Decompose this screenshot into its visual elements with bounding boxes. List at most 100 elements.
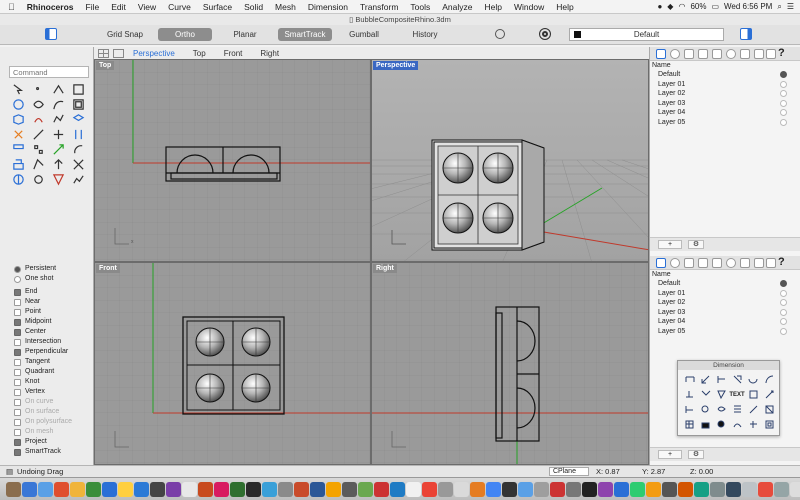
viewport-right-title[interactable]: Right bbox=[373, 264, 397, 273]
dimension-palette-title[interactable]: Dimension bbox=[678, 361, 779, 370]
materials-tab-icon[interactable] bbox=[670, 258, 680, 268]
grid-snap-button[interactable]: Grid Snap bbox=[104, 28, 146, 41]
dimension-tool-icon[interactable] bbox=[713, 402, 729, 417]
osnap-item[interactable]: Quadrant bbox=[14, 367, 92, 377]
text-tool[interactable]: TEXT bbox=[729, 387, 745, 402]
sphere-tool-icon[interactable] bbox=[8, 172, 28, 187]
layer-row[interactable]: Layer 02 bbox=[650, 298, 800, 308]
offset-tool-icon[interactable] bbox=[68, 97, 88, 112]
dimension-tool-icon[interactable] bbox=[761, 402, 777, 417]
layers-tab-icon[interactable] bbox=[656, 258, 666, 268]
add-layer-button[interactable]: + bbox=[658, 450, 682, 459]
record-history-icon[interactable] bbox=[495, 29, 505, 39]
dock-app-icon[interactable] bbox=[742, 481, 757, 497]
dock-app-icon[interactable] bbox=[566, 481, 581, 497]
dock-app-icon[interactable] bbox=[710, 481, 725, 497]
dock-app-icon[interactable] bbox=[406, 481, 421, 497]
dimension-tool-icon[interactable] bbox=[761, 387, 777, 402]
dock-app-icon[interactable] bbox=[646, 481, 661, 497]
dimension-tool-icon[interactable] bbox=[745, 402, 761, 417]
dropbox-icon[interactable]: ◆ bbox=[667, 2, 673, 11]
dock-app-icon[interactable] bbox=[262, 481, 277, 497]
analyze-tool-icon[interactable] bbox=[68, 172, 88, 187]
line-tool-icon[interactable] bbox=[28, 127, 48, 142]
viewport-front-title[interactable]: Front bbox=[96, 264, 120, 273]
four-view-layout-icon[interactable] bbox=[98, 48, 109, 58]
osnap-item[interactable]: Near bbox=[14, 297, 92, 307]
layer-row[interactable]: Layer 03 bbox=[650, 99, 800, 109]
solid-box-tool-icon[interactable] bbox=[8, 112, 28, 127]
menu-edit[interactable]: Edit bbox=[105, 2, 132, 12]
dimension-tool-icon[interactable] bbox=[761, 417, 777, 432]
dock-app-icon[interactable] bbox=[294, 481, 309, 497]
viewport-top-title[interactable]: Top bbox=[96, 61, 115, 70]
cplane-selector[interactable]: CPlane bbox=[549, 467, 589, 476]
named-views-tab-icon[interactable] bbox=[698, 49, 708, 59]
tab-right[interactable]: Right bbox=[251, 49, 288, 58]
menu-help-rhino[interactable]: Help bbox=[479, 2, 508, 12]
current-layer-radio-icon[interactable] bbox=[780, 318, 787, 325]
dock-app-icon[interactable] bbox=[470, 481, 485, 497]
current-layer-radio-icon[interactable] bbox=[780, 280, 787, 287]
dimension-tool-icon[interactable] bbox=[761, 372, 777, 387]
dimension-tool-icon[interactable] bbox=[745, 417, 761, 432]
dock-app-icon[interactable] bbox=[614, 481, 629, 497]
osnap-item[interactable]: Knot bbox=[14, 377, 92, 387]
apple-menu[interactable]:  bbox=[0, 2, 21, 12]
camera-tab-icon[interactable] bbox=[754, 258, 764, 268]
dock-app-icon[interactable] bbox=[38, 481, 53, 497]
dimension-tool-icon[interactable] bbox=[697, 417, 713, 432]
tab-perspective[interactable]: Perspective bbox=[124, 49, 184, 58]
add-layer-button[interactable]: + bbox=[658, 240, 682, 249]
menu-tools[interactable]: Tools bbox=[404, 2, 436, 12]
history-button[interactable]: History bbox=[400, 28, 450, 41]
model-perspective-view[interactable] bbox=[431, 139, 545, 251]
osnap-item[interactable]: Intersection bbox=[14, 337, 92, 347]
osnap-item[interactable]: Perpendicular bbox=[14, 347, 92, 357]
dimension-tool-icon[interactable] bbox=[697, 402, 713, 417]
boolean-tool-icon[interactable] bbox=[8, 157, 28, 172]
battery-icon[interactable]: ▭ bbox=[711, 2, 719, 11]
osnap-item[interactable]: Project bbox=[14, 437, 92, 447]
current-layer-selector[interactable]: Default bbox=[569, 28, 724, 41]
render-tab-icon[interactable] bbox=[712, 49, 722, 59]
current-layer-radio-icon[interactable] bbox=[780, 118, 787, 126]
dock-app-icon[interactable] bbox=[486, 481, 501, 497]
osnap-item[interactable]: On polysurface bbox=[14, 417, 92, 427]
dimension-tool-icon[interactable] bbox=[745, 372, 761, 387]
copy-tool-icon[interactable] bbox=[28, 142, 48, 157]
dimension-tool-icon[interactable] bbox=[697, 372, 713, 387]
dock-app-icon[interactable] bbox=[230, 481, 245, 497]
display-tab-icon[interactable] bbox=[684, 258, 694, 268]
planar-button[interactable]: Planar bbox=[223, 28, 267, 41]
dock-app-icon[interactable] bbox=[198, 481, 213, 497]
dock-app-icon[interactable] bbox=[358, 481, 373, 497]
current-layer-radio-icon[interactable] bbox=[780, 289, 787, 297]
osnap-item[interactable]: Tangent bbox=[14, 357, 92, 367]
dock-app-icon[interactable] bbox=[102, 481, 117, 497]
dock-app-icon[interactable] bbox=[54, 481, 69, 497]
join-tool-icon[interactable] bbox=[68, 157, 88, 172]
layer-column-header[interactable]: Name bbox=[650, 61, 800, 70]
dock-app-icon[interactable] bbox=[662, 481, 677, 497]
notification-icon[interactable]: ☰ bbox=[787, 2, 794, 11]
dimension-tool-icon[interactable] bbox=[713, 372, 729, 387]
dock-app-icon[interactable] bbox=[246, 481, 261, 497]
dimension-tool-icon[interactable] bbox=[681, 387, 697, 402]
surface-tool-icon[interactable] bbox=[68, 112, 88, 127]
dock-app-icon[interactable] bbox=[550, 481, 565, 497]
dock-app-icon[interactable] bbox=[390, 481, 405, 497]
dock-app-icon[interactable] bbox=[582, 481, 597, 497]
search-icon[interactable]: ⌕ bbox=[777, 2, 781, 12]
osnap-persistent[interactable]: Persistent bbox=[14, 264, 92, 274]
dimension-tool-icon[interactable] bbox=[745, 387, 761, 402]
dock-app-icon[interactable] bbox=[118, 481, 133, 497]
layers-tab-icon[interactable] bbox=[656, 49, 666, 59]
dimension-tool-icon[interactable] bbox=[729, 402, 745, 417]
clock[interactable]: Wed 6:56 PM bbox=[724, 2, 772, 11]
zoom-tool-icon[interactable] bbox=[28, 172, 48, 187]
dock-app-icon[interactable] bbox=[502, 481, 517, 497]
layer-row[interactable]: Layer 01 bbox=[650, 289, 800, 299]
dock-app-icon[interactable] bbox=[182, 481, 197, 497]
menu-transform[interactable]: Transform bbox=[354, 2, 404, 12]
